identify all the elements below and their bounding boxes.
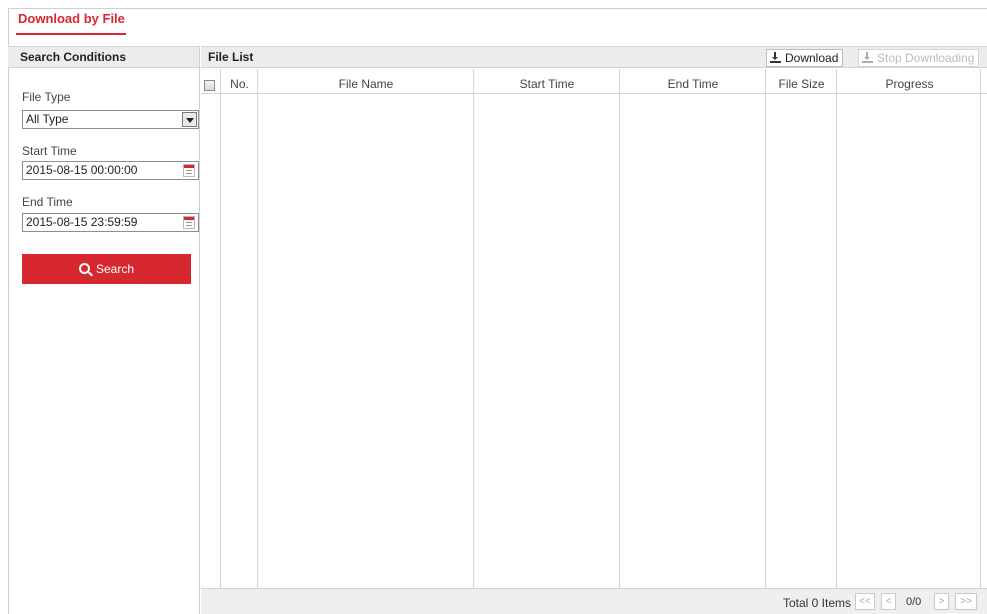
calendar-icon[interactable] <box>183 164 195 177</box>
download-label: Download <box>785 51 839 65</box>
pagination-bar: Total 0 Items << < 0/0 > >> <box>201 588 987 614</box>
end-time-value: 2015-08-15 23:59:59 <box>26 215 138 229</box>
column-divider <box>220 69 221 588</box>
search-icon <box>78 263 90 274</box>
search-conditions-title: Search Conditions <box>8 46 199 68</box>
page-indicator: 0/0 <box>906 596 922 608</box>
stop-downloading-button[interactable]: Stop Downloading <box>858 49 980 67</box>
column-divider <box>836 69 837 588</box>
file-list-title: File List <box>208 50 254 64</box>
column-header-file-name[interactable]: File Name <box>258 77 474 91</box>
next-page-button[interactable]: > <box>934 593 949 610</box>
column-header-start-time[interactable]: Start Time <box>474 77 620 91</box>
stop-download-icon <box>862 52 873 63</box>
column-divider <box>257 69 258 588</box>
column-header-progress[interactable]: Progress <box>837 77 982 91</box>
total-items: Total 0 Items <box>782 596 851 610</box>
calendar-icon[interactable] <box>183 216 195 229</box>
column-header-no[interactable]: No. <box>221 77 258 91</box>
table-header: No. File Name Start Time End Time File S… <box>201 69 987 94</box>
file-type-select[interactable]: All Type <box>22 110 199 129</box>
column-divider <box>473 69 474 588</box>
download-button[interactable]: Download <box>766 49 844 67</box>
search-conditions-panel: Search Conditions File Type All Type Sta… <box>8 46 200 614</box>
download-icon <box>770 52 781 63</box>
start-time-label: Start Time <box>22 144 77 158</box>
end-time-label: End Time <box>22 195 73 209</box>
file-list-panel: File List Download Stop Downloading No. … <box>201 46 987 614</box>
start-time-value: 2015-08-15 00:00:00 <box>26 163 138 177</box>
file-type-label: File Type <box>22 90 71 104</box>
search-button-label: Search <box>95 262 135 276</box>
tab-download-by-file[interactable]: Download by File <box>18 11 125 26</box>
chevron-down-icon[interactable] <box>182 112 197 127</box>
last-page-button[interactable]: >> <box>955 593 977 610</box>
start-time-input[interactable]: 2015-08-15 00:00:00 <box>22 161 199 180</box>
stop-downloading-label: Stop Downloading <box>877 51 975 65</box>
first-page-button[interactable]: << <box>855 593 875 610</box>
column-divider <box>980 69 981 588</box>
select-all-checkbox[interactable] <box>204 80 215 91</box>
file-list-header: File List Download Stop Downloading <box>201 46 987 68</box>
search-button[interactable]: Search <box>22 254 191 284</box>
file-type-value: All Type <box>26 112 69 126</box>
tab-active-indicator <box>16 33 126 35</box>
end-time-input[interactable]: 2015-08-15 23:59:59 <box>22 213 199 232</box>
column-divider <box>619 69 620 588</box>
prev-page-button[interactable]: < <box>881 593 896 610</box>
column-header-end-time[interactable]: End Time <box>620 77 766 91</box>
column-divider <box>765 69 766 588</box>
column-header-file-size[interactable]: File Size <box>766 77 837 91</box>
